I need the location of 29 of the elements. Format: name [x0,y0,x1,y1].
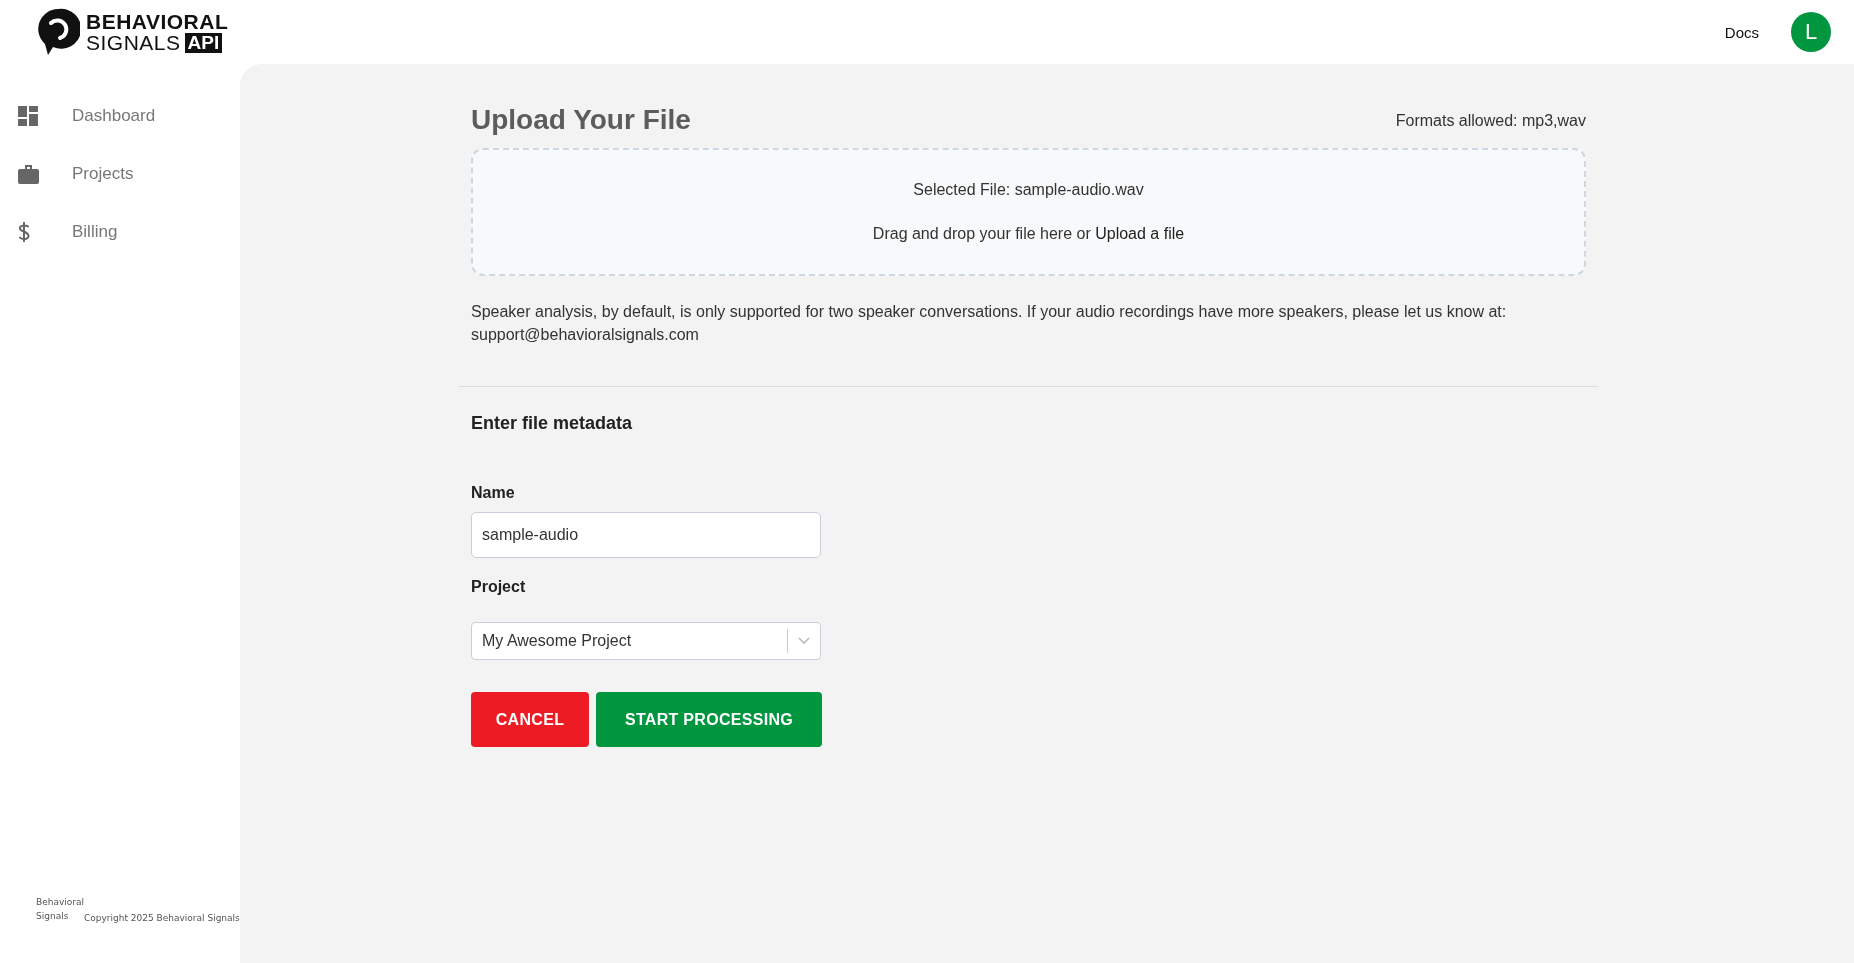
field-label: Name [471,484,516,502]
chevron-down-icon [798,637,810,645]
speech-bubble-logo-icon [36,7,80,57]
file-drop-zone[interactable]: Selected File: sample-audio.wav Drag and drop your file here or Upload a file [471,148,1586,276]
project-dropdown[interactable]: My Awesome Project [471,622,821,660]
dollar-icon [18,222,30,242]
start-processing-button[interactable]: START PROCESSING [596,692,822,747]
name-input[interactable]: sample-audio [471,512,821,558]
sidebar-item[interactable]: Dashboard [72,106,156,126]
sidebar-item[interactable]: Projects [72,164,134,184]
formats-text: Formats allowed: mp3,wav [1395,111,1586,130]
logo-badge: API [184,32,223,53]
page-title: Upload Your File [471,104,691,136]
field-label: Project [471,578,527,596]
upload-file-link[interactable]: Upload a file [1095,225,1185,242]
logo-text: BEHAVIORAL [86,11,229,32]
drop-instructions: Drag and drop your file here or Upload a file [872,225,1185,243]
dashboard-icon [18,106,38,126]
docs-link[interactable]: Docs [1724,23,1759,41]
footer-brand: Behavioral Signals [36,896,82,923]
selected-file-text: Selected File: sample-audio.wav [913,181,1144,199]
section-heading: Enter file metadata [471,413,634,434]
sidebar-item[interactable]: Billing [72,222,118,242]
briefcase-icon [18,164,39,184]
cancel-button[interactable]: CANCEL [471,692,589,747]
speaker-note: Speaker analysis, by default, is only supported for two speaker conversations. If your audio recordings have more speakers, please let us know at: support@behavioralsignals.com [471,302,1508,345]
logo-text: SIGNALS [86,32,181,53]
user-avatar[interactable]: L [1791,12,1831,52]
copyright-text: Copyright 2025 Behavioral Signals [84,913,240,923]
